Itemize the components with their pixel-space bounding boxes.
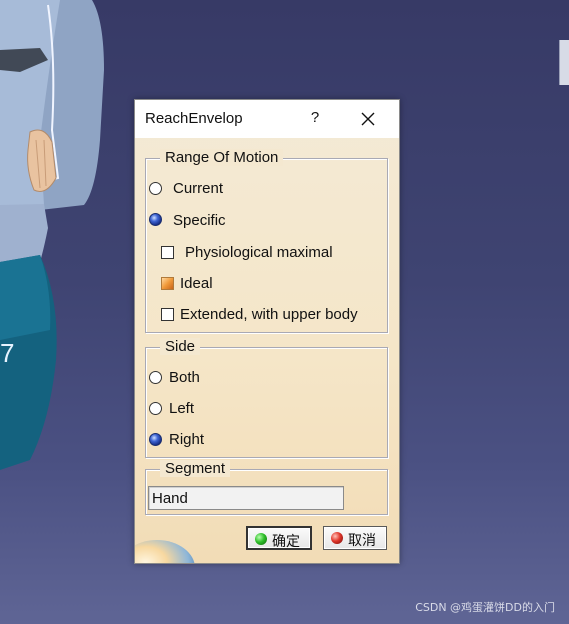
segment-field[interactable]: Hand bbox=[148, 486, 344, 510]
cancel-icon bbox=[331, 532, 343, 544]
ok-icon bbox=[255, 533, 267, 545]
radio-both-label: Both bbox=[169, 369, 200, 386]
radio-left-label: Left bbox=[169, 400, 195, 417]
help-button[interactable]: ? bbox=[303, 107, 327, 131]
radio-both[interactable] bbox=[149, 371, 162, 384]
radio-current[interactable] bbox=[149, 182, 162, 195]
viewport-label: 7 bbox=[0, 338, 14, 368]
checkbox-extended-upper-body-label: Extended, with upper body bbox=[180, 306, 358, 323]
close-icon bbox=[361, 112, 375, 126]
radio-current-label: Current bbox=[173, 180, 224, 197]
radio-right[interactable] bbox=[149, 433, 162, 446]
radio-right-label: Right bbox=[169, 431, 205, 448]
cancel-button[interactable]: 取消 bbox=[323, 526, 387, 550]
ok-button-label: 确定 bbox=[272, 534, 300, 550]
radio-specific-label: Specific bbox=[173, 212, 226, 229]
checkbox-physiological-maximal[interactable] bbox=[161, 246, 174, 259]
range-of-motion-label: Range Of Motion bbox=[160, 149, 284, 166]
reach-envelop-dialog: ReachEnvelop ? Range Of Motion Current S… bbox=[134, 99, 400, 564]
ok-button[interactable]: 确定 bbox=[246, 526, 312, 550]
globe-icon bbox=[135, 540, 195, 563]
viewport-edge-panel bbox=[559, 40, 569, 85]
checkbox-extended-upper-body[interactable] bbox=[161, 308, 174, 321]
checkbox-ideal-label: Ideal bbox=[180, 275, 213, 292]
mannequin-figure bbox=[0, 0, 104, 470]
checkbox-ideal[interactable] bbox=[161, 277, 174, 290]
cancel-button-label: 取消 bbox=[348, 533, 376, 549]
checkbox-physiological-maximal-label: Physiological maximal bbox=[185, 244, 333, 261]
radio-specific[interactable] bbox=[149, 213, 162, 226]
side-label: Side bbox=[160, 338, 201, 355]
dialog-titlebar: ReachEnvelop ? bbox=[135, 100, 399, 138]
dialog-title: ReachEnvelop bbox=[145, 110, 243, 127]
close-button[interactable] bbox=[355, 107, 381, 131]
watermark: CSDN @鸡蛋灌饼DD的入门 bbox=[415, 601, 555, 614]
radio-left[interactable] bbox=[149, 402, 162, 415]
segment-label: Segment bbox=[160, 460, 231, 477]
